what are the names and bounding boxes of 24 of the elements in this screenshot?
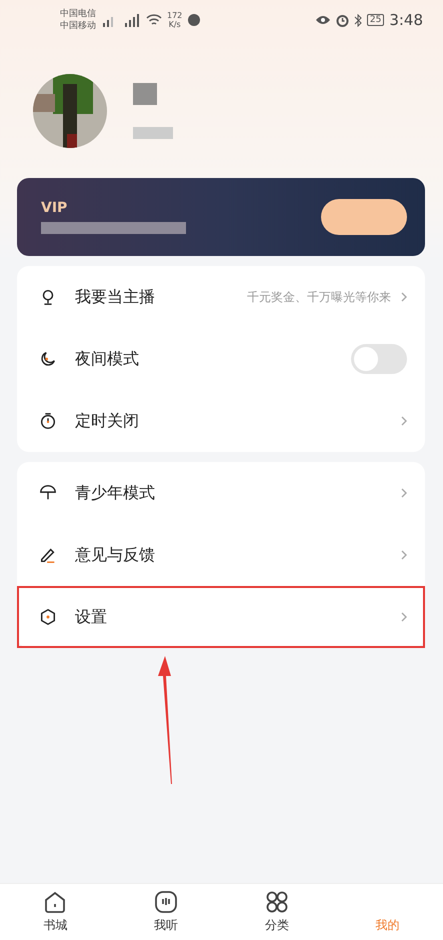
menu-item[interactable]: 我要当主播 千元奖金、千万曝光等你来: [17, 266, 425, 328]
menu-label: 设置: [75, 606, 107, 628]
menu-hint: 千元奖金、千万曝光等你来: [247, 288, 391, 306]
carrier-label: 中国移动: [60, 20, 96, 32]
carrier-label: 中国电信: [60, 8, 96, 20]
menu-label: 定时关闭: [75, 410, 139, 432]
speed-unit: K/s: [168, 20, 181, 29]
menu-item[interactable]: 定时关闭: [17, 390, 425, 452]
menu-item[interactable]: 意见与反馈: [17, 524, 425, 586]
menu-item[interactable]: 设置: [17, 586, 425, 648]
battery-level: 25: [366, 14, 384, 26]
menu-item[interactable]: 夜间模式: [17, 328, 425, 390]
menu-label: 青少年模式: [75, 482, 155, 504]
menu-label: 意见与反馈: [75, 544, 155, 566]
nav-tab[interactable]: 分类: [222, 884, 332, 940]
nav-tab[interactable]: 书城: [0, 884, 111, 940]
menu-label: 夜间模式: [75, 348, 139, 370]
nav-tab[interactable]: 我听: [110, 884, 222, 940]
menu-label: 我要当主播: [75, 286, 155, 308]
network-speed: 172: [167, 11, 182, 20]
vip-card[interactable]: VIP: [17, 178, 425, 256]
menu-item[interactable]: 青少年模式: [17, 462, 425, 524]
vip-title: VIP: [41, 200, 68, 216]
clock: 3:48: [389, 11, 423, 29]
